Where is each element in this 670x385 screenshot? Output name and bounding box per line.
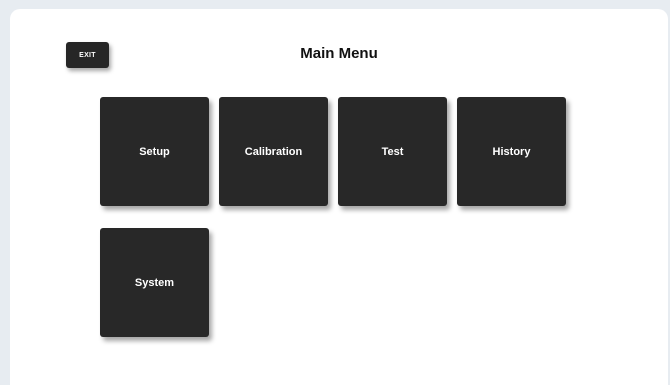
history-tile[interactable]: History xyxy=(457,97,566,206)
main-panel: EXIT Main Menu Setup Calibration Test Hi… xyxy=(10,9,668,385)
system-tile[interactable]: System xyxy=(100,228,209,337)
page-title: Main Menu xyxy=(300,45,378,62)
calibration-tile[interactable]: Calibration xyxy=(219,97,328,206)
setup-tile[interactable]: Setup xyxy=(100,97,209,206)
test-tile[interactable]: Test xyxy=(338,97,447,206)
menu-grid: Setup Calibration Test History System xyxy=(100,97,566,337)
